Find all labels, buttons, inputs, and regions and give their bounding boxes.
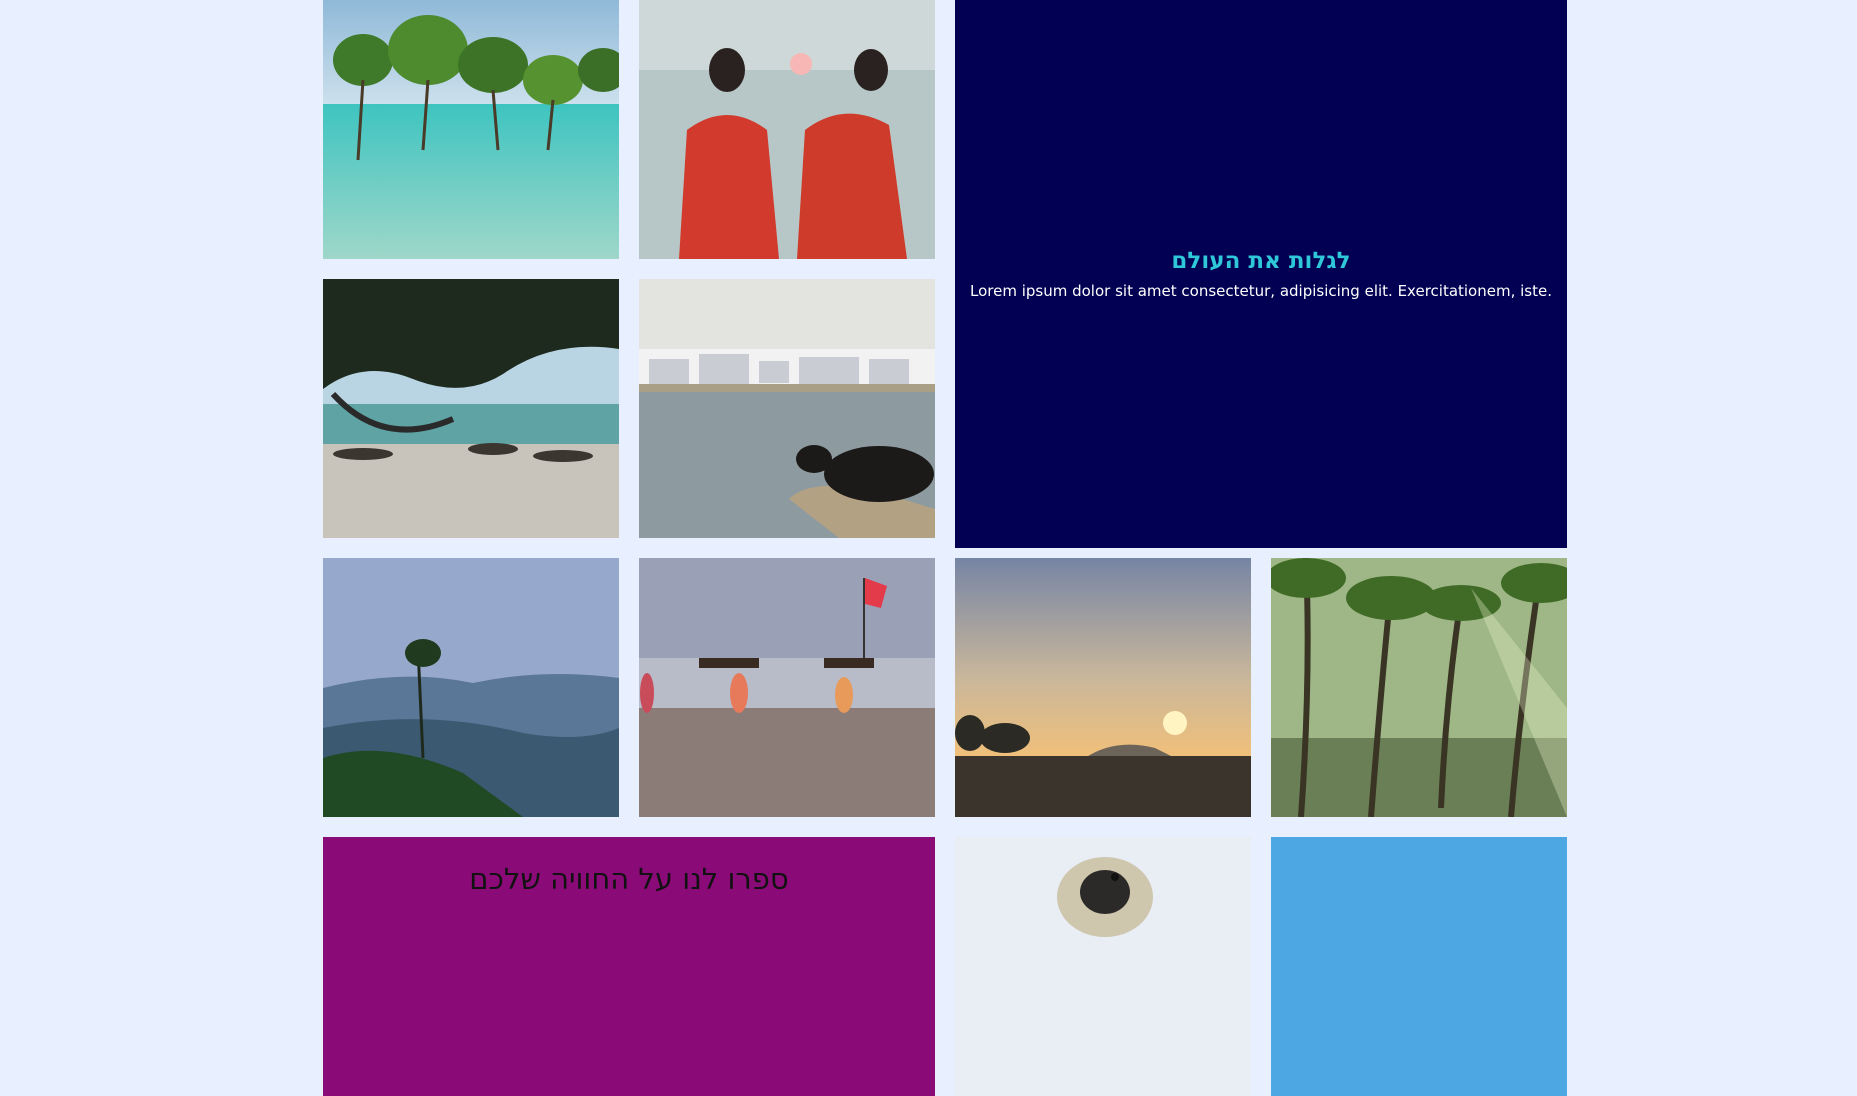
share-title: ספרו לנו על החוויה שלכם xyxy=(469,862,789,896)
promo-banner: לגלות את העולם Lorem ipsum dolor sit ame… xyxy=(955,0,1567,548)
gallery-photo-women-sunset[interactable] xyxy=(639,0,935,259)
gallery-grid: לגלות את העולם Lorem ipsum dolor sit ame… xyxy=(323,0,1567,1096)
gallery-photo-palm-forest[interactable] xyxy=(1271,558,1567,817)
gallery-photo-hammock[interactable] xyxy=(323,279,619,538)
gallery-photo-cow-lake[interactable] xyxy=(639,279,935,538)
gallery-photo-sunset-shore[interactable] xyxy=(955,558,1251,817)
promo-text: Lorem ipsum dolor sit amet consectetur, … xyxy=(970,282,1552,300)
gallery-photo-beach-carriers[interactable] xyxy=(639,558,935,817)
promo-title: לגלות את העולם xyxy=(1171,248,1351,274)
gallery-photo-monkey[interactable] xyxy=(955,837,1251,1096)
gallery-photo-misty-hills[interactable] xyxy=(323,558,619,817)
gallery-photo-blue-sky[interactable] xyxy=(1271,837,1567,1096)
share-experience-banner: ספרו לנו על החוויה שלכם xyxy=(323,837,935,1096)
gallery-photo-mangroves[interactable] xyxy=(323,0,619,259)
